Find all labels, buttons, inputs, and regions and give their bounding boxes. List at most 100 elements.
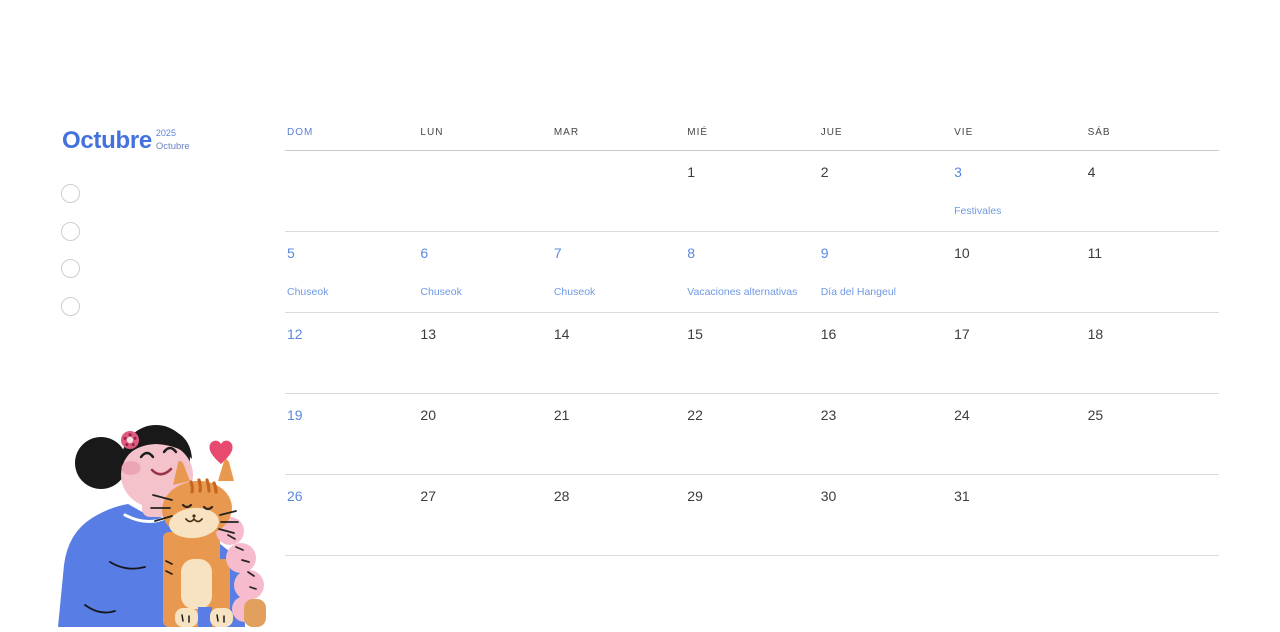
- calendar-title-block: Octubre 2025 Octubre: [62, 128, 190, 154]
- day-number: 3: [954, 164, 962, 180]
- calendar-cell[interactable]: 25: [1086, 394, 1219, 474]
- title-side-labels: 2025 Octubre: [156, 128, 190, 152]
- hair-bun: [75, 437, 127, 489]
- heart-icon: [209, 440, 233, 464]
- calendar-cell[interactable]: 31: [952, 475, 1085, 555]
- calendar-cell[interactable]: 29: [685, 475, 818, 555]
- event-label[interactable]: Chuseok: [554, 286, 595, 298]
- calendar-cell[interactable]: 3 Festivales: [952, 151, 1085, 231]
- day-number: 1: [687, 164, 696, 180]
- day-number: 9: [820, 245, 829, 261]
- month-title: Octubre: [62, 127, 152, 154]
- day-number: 2: [820, 164, 829, 180]
- calendar-cell[interactable]: 19: [285, 394, 418, 474]
- calendar-cell[interactable]: 6 Chuseok: [418, 232, 551, 312]
- day-number: 18: [1087, 326, 1104, 342]
- hand: [244, 599, 266, 627]
- calendar-cell[interactable]: 4: [1086, 151, 1219, 231]
- calendar-cell[interactable]: 26: [285, 475, 418, 555]
- calendar-cell[interactable]: 24: [952, 394, 1085, 474]
- day-number: 16: [820, 326, 837, 342]
- todo-circle[interactable]: [61, 296, 80, 316]
- day-number: 31: [954, 488, 970, 504]
- weekday-header-vie: VIE: [954, 127, 974, 138]
- calendar-cell[interactable]: 12: [285, 313, 418, 393]
- weekday-header-jue: JUE: [820, 127, 843, 138]
- calendar-week-row: 19 20 21 22 23 24 25: [285, 394, 1219, 475]
- calendar-cell[interactable]: 10: [952, 232, 1085, 312]
- day-number: 29: [687, 488, 703, 504]
- day-number: 25: [1087, 407, 1104, 423]
- calendar-cell[interactable]: 21: [552, 394, 685, 474]
- day-number: 19: [287, 407, 303, 423]
- month-label-small: Octubre: [155, 141, 190, 152]
- day-number: 15: [687, 326, 703, 342]
- calendar-cell[interactable]: 7 Chuseok: [552, 232, 685, 312]
- event-label[interactable]: Festivales: [954, 205, 1001, 217]
- calendar-cell[interactable]: [1086, 475, 1219, 555]
- calendar-cell[interactable]: 30: [819, 475, 952, 555]
- event-label[interactable]: Día del Hangeul: [821, 286, 896, 298]
- calendar-cell[interactable]: 13: [418, 313, 551, 393]
- calendar-cell[interactable]: 2: [819, 151, 952, 231]
- weekday-header-mar: MAR: [553, 127, 580, 138]
- day-number: 23: [820, 407, 837, 423]
- calendar-cell[interactable]: 16: [819, 313, 952, 393]
- event-label[interactable]: Vacaciones alternativas: [687, 286, 797, 298]
- calendar-week-row: 5 Chuseok 6 Chuseok 7 Chuseok 8 Vacaciones alte…: [285, 232, 1219, 313]
- calendar-week-row: 26 27 28 29 30 31: [285, 475, 1219, 556]
- day-number: 24: [954, 407, 970, 423]
- todo-circle[interactable]: [61, 184, 80, 203]
- day-number: 20: [420, 407, 436, 423]
- todo-circle-list: [61, 184, 80, 334]
- day-number: 22: [687, 407, 703, 423]
- calendar-cell[interactable]: 23: [819, 394, 952, 474]
- calendar-cell[interactable]: 28: [552, 475, 685, 555]
- calendar-cell[interactable]: 17: [952, 313, 1085, 393]
- calendar-cell[interactable]: 27: [418, 475, 551, 555]
- cheek-blush: [121, 461, 141, 475]
- event-label[interactable]: Chuseok: [420, 286, 461, 298]
- day-number: 17: [954, 326, 970, 342]
- day-number: 6: [420, 245, 429, 261]
- woman-and-cat-illustration: [52, 419, 284, 627]
- day-number: 5: [287, 245, 295, 261]
- calendar-cell[interactable]: 1: [685, 151, 818, 231]
- calendar-cell[interactable]: 5 Chuseok: [285, 232, 418, 312]
- weekday-header-row: DOM LUN MAR MIÉ JUE VIE SÁB: [285, 120, 1219, 151]
- day-number: 10: [954, 245, 970, 261]
- day-number: 7: [553, 245, 562, 261]
- calendar-week-row: 12 13 14 15 16 17 18: [285, 313, 1219, 394]
- day-number: 28: [553, 488, 570, 504]
- weekday-header-lun: LUN: [420, 127, 444, 138]
- day-number: 12: [287, 326, 303, 342]
- calendar-cell[interactable]: 22: [685, 394, 818, 474]
- day-number: 8: [687, 245, 696, 261]
- calendar-cell[interactable]: [418, 151, 551, 231]
- event-label[interactable]: Chuseok: [287, 286, 328, 298]
- flower-icon: [121, 431, 139, 449]
- day-number: 21: [553, 407, 570, 423]
- day-number: 27: [420, 488, 436, 504]
- calendar: DOM LUN MAR MIÉ JUE VIE SÁB 1 2 3 Festivales 4 5 Chu…: [285, 120, 1219, 556]
- calendar-grid: 1 2 3 Festivales 4 5 Chuseok 6 Chuseok 7 Chuseok 8 V…: [285, 151, 1219, 556]
- weekday-header-dom: DOM: [287, 127, 314, 138]
- calendar-cell[interactable]: 14: [552, 313, 685, 393]
- calendar-cell[interactable]: [552, 151, 685, 231]
- calendar-cell[interactable]: 9 Día del Hangeul: [819, 232, 952, 312]
- calendar-cell[interactable]: 20: [418, 394, 551, 474]
- calendar-cell[interactable]: 15: [685, 313, 818, 393]
- weekday-header-sáb: SÁB: [1087, 127, 1111, 138]
- day-number: 30: [820, 488, 837, 504]
- todo-circle[interactable]: [61, 259, 80, 278]
- day-number: 14: [553, 326, 570, 342]
- calendar-week-row: 1 2 3 Festivales 4: [285, 151, 1219, 232]
- calendar-cell[interactable]: 18: [1086, 313, 1219, 393]
- calendar-cell[interactable]: 8 Vacaciones alternativas: [685, 232, 818, 312]
- day-number: 11: [1087, 245, 1103, 261]
- day-number: 13: [420, 326, 436, 342]
- todo-circle[interactable]: [61, 221, 80, 241]
- calendar-cell[interactable]: [285, 151, 418, 231]
- year-label: 2025: [155, 128, 176, 138]
- calendar-cell[interactable]: 11: [1086, 232, 1219, 312]
